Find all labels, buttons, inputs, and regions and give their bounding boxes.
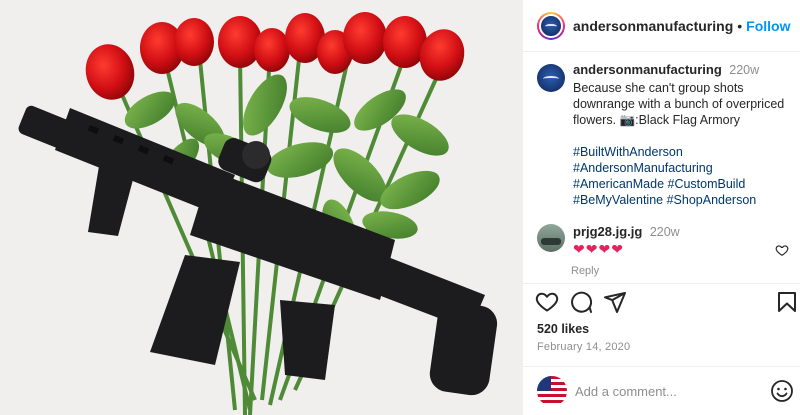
comment-body: prjg28.jg.jg 220w ❤❤❤❤ [573, 224, 680, 257]
header-username[interactable]: andersonmanufacturing [573, 18, 733, 34]
smiley-icon[interactable] [770, 379, 794, 403]
follow-button[interactable]: Follow [746, 18, 790, 34]
post-date[interactable]: February 14, 2020 [537, 341, 630, 353]
hashtag[interactable]: #BuiltWithAnderson [573, 145, 683, 159]
post-image[interactable] [0, 0, 523, 415]
heart-icon[interactable] [535, 290, 559, 314]
caption-username[interactable]: andersonmanufacturing [573, 62, 722, 77]
hashtag[interactable]: #ShopAnderson [667, 193, 757, 207]
caption-body: andersonmanufacturing 220w Because she c… [573, 62, 795, 208]
comment-icon[interactable] [569, 290, 593, 314]
reply-button[interactable]: Reply [571, 265, 599, 277]
current-user-avatar [537, 376, 567, 406]
hashtag[interactable]: #AmericanMade [573, 177, 664, 191]
caption-text: Because she can't group shots downrange … [573, 81, 785, 127]
comment-item: prjg28.jg.jg 220w ❤❤❤❤ [537, 224, 795, 257]
post-header: andersonmanufacturing • Follow [523, 0, 800, 52]
commenter-avatar[interactable] [537, 224, 565, 252]
send-icon[interactable] [603, 290, 627, 314]
action-bar [535, 290, 797, 316]
comment-text: ❤❤❤❤ [573, 241, 624, 257]
caption-timestamp[interactable]: 220w [729, 63, 759, 77]
divider [523, 283, 800, 284]
story-ring[interactable] [537, 11, 565, 40]
comment-like-icon[interactable] [775, 243, 789, 257]
hashtag-list: #BuiltWithAnderson #AndersonManufacturin… [573, 144, 795, 208]
bookmark-icon[interactable] [775, 290, 799, 314]
post-details-panel: andersonmanufacturing • Follow andersonm… [523, 0, 800, 415]
hashtag[interactable]: #BeMyValentine [573, 193, 663, 207]
comment-input[interactable] [575, 383, 765, 399]
hashtag[interactable]: #CustomBuild [668, 177, 746, 191]
post-caption: andersonmanufacturing 220w Because she c… [537, 62, 795, 208]
profile-avatar[interactable] [539, 13, 563, 38]
header-separator: • [737, 17, 743, 34]
add-comment-bar [523, 367, 800, 415]
like-count[interactable]: 520 likes [537, 322, 589, 336]
rifle-and-roses-photo [0, 0, 523, 415]
caption-avatar[interactable] [537, 64, 565, 92]
commenter-username[interactable]: prjg28.jg.jg [573, 224, 642, 239]
comment-timestamp[interactable]: 220w [650, 225, 680, 239]
hashtag[interactable]: #AndersonManufacturing [573, 161, 713, 175]
